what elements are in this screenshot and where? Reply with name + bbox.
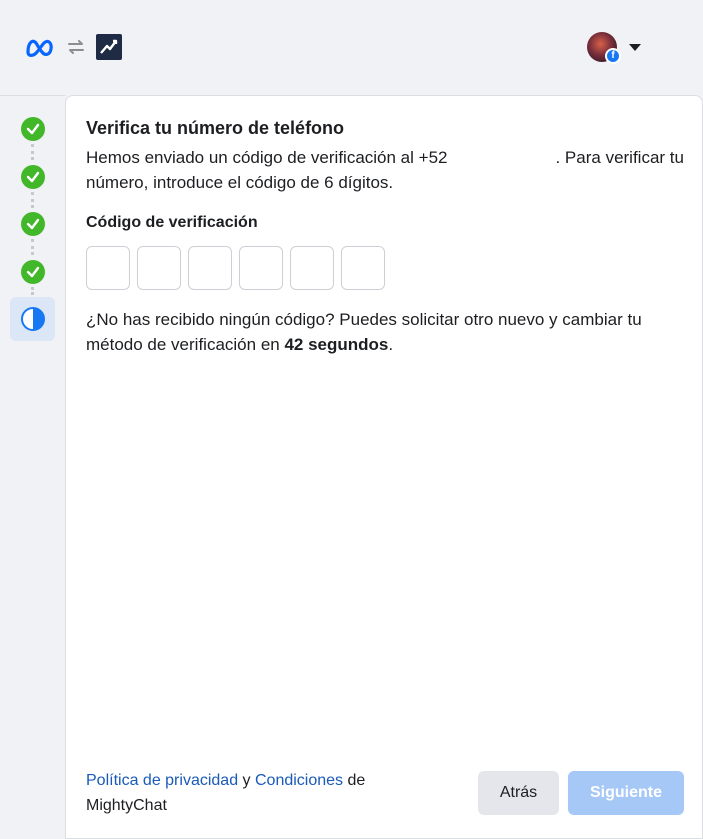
mightychat-logo-icon[interactable] (96, 34, 122, 60)
terms-link[interactable]: Condiciones (255, 772, 343, 789)
code-digit-4[interactable] (239, 246, 283, 290)
page-title: Verifica tu número de teléfono (86, 118, 345, 138)
chevron-down-icon[interactable] (629, 43, 641, 51)
resend-text: ¿No has recibido ningún código? Puedes s… (86, 307, 686, 357)
code-input-group (86, 246, 385, 290)
resend-part2: . (388, 335, 394, 354)
legal-text: Política de privacidad y Condiciones de … (86, 768, 416, 818)
code-digit-1[interactable] (86, 246, 130, 290)
code-digit-2[interactable] (137, 246, 181, 290)
check-icon (20, 165, 45, 189)
legal-conjunction: y (242, 772, 251, 789)
account-menu[interactable]: f (587, 32, 641, 64)
back-button[interactable]: Atrás (478, 771, 559, 815)
half-circle-icon (20, 307, 45, 331)
code-digit-6[interactable] (341, 246, 385, 290)
meta-logo-icon[interactable] (24, 34, 56, 60)
privacy-policy-link[interactable]: Política de privacidad (86, 772, 238, 789)
check-icon (20, 117, 45, 141)
top-bar: f (0, 0, 703, 95)
facebook-badge-icon: f (605, 48, 621, 64)
steps-rail (0, 95, 65, 839)
verification-card: Verifica tu número de teléfono Hemos env… (65, 95, 703, 839)
check-icon (20, 212, 45, 236)
step-5-current (10, 297, 55, 341)
avatar[interactable]: f (587, 32, 621, 64)
swap-icon[interactable] (64, 35, 88, 59)
instructions-part1: Hemos enviado un código de verificación … (86, 148, 448, 167)
code-digit-5[interactable] (290, 246, 334, 290)
instructions-text: Hemos enviado un código de verificación … (86, 145, 686, 195)
check-icon (20, 260, 45, 284)
resend-countdown: 42 segundos (284, 335, 389, 354)
code-digit-3[interactable] (188, 246, 232, 290)
brand-group (24, 34, 122, 60)
code-label: Código de verificación (86, 214, 258, 231)
next-button[interactable]: Siguiente (568, 771, 684, 815)
